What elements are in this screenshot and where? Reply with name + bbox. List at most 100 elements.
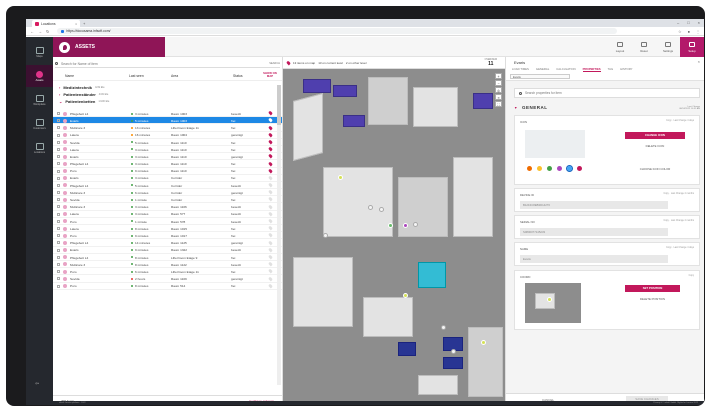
table-row[interactable]: Multicare 3 8 minutes Raum 1122 besetzt xyxy=(53,261,282,269)
table-row[interactable]: Pflegebett L4 8 minutes Lifter/room Etage … xyxy=(53,254,282,261)
row-checkbox[interactable] xyxy=(57,262,60,266)
asset-marker[interactable] xyxy=(441,325,446,330)
table-row[interactable]: Multicare 3 6 minutes Corridor gereinigt xyxy=(53,189,282,197)
tab-properties[interactable]: PROPERTIES xyxy=(582,67,601,72)
show-on-map-pin-icon[interactable] xyxy=(268,276,273,281)
row-checkbox[interactable] xyxy=(57,284,60,288)
table-row[interactable]: Puro 9 minutes Raum 1110 frei xyxy=(53,168,282,175)
show-on-map-pin-icon[interactable] xyxy=(268,182,273,188)
back-icon[interactable]: ← xyxy=(30,29,34,34)
settings-button[interactable]: Settings xyxy=(656,37,680,57)
delete-position-button[interactable]: DELETE POSITION xyxy=(625,297,680,301)
color-swatch[interactable] xyxy=(557,166,562,171)
row-checkbox[interactable] xyxy=(57,112,60,115)
tab-load-times[interactable]: LOAD TIMES xyxy=(512,67,529,72)
logout-icon[interactable]: ⇦ xyxy=(35,381,39,387)
table-row[interactable]: Sevida 2 hours Raum 1109 gereinigt xyxy=(53,275,282,283)
tab-tag[interactable]: TAG xyxy=(608,67,614,72)
close-window-icon[interactable]: × xyxy=(698,20,700,25)
row-checkbox[interactable] xyxy=(57,147,60,151)
show-on-map-pin-icon[interactable] xyxy=(268,211,273,217)
asset-marker[interactable] xyxy=(323,233,328,238)
row-checkbox[interactable] xyxy=(57,219,60,223)
compass-icon[interactable]: ◎ xyxy=(495,87,502,93)
reset-button[interactable]: Reset xyxy=(632,37,656,57)
name-field[interactable]: Evaris xyxy=(520,255,668,263)
row-checkbox[interactable] xyxy=(57,133,60,137)
table-row[interactable]: Latera 16 minutes Raum 1004 gereinigt xyxy=(53,132,282,139)
nav-item-maps[interactable]: Maps xyxy=(26,41,53,63)
position-preview-map[interactable] xyxy=(525,283,581,323)
asset-marker[interactable] xyxy=(403,223,408,228)
row-checkbox[interactable] xyxy=(57,227,60,230)
tab-general[interactable]: GENERAL xyxy=(536,67,549,72)
row-checkbox[interactable] xyxy=(57,126,60,130)
table-row[interactable]: Pflegebett L4 14 minutes Raum 1125 gereinig… xyxy=(53,239,282,247)
row-checkbox[interactable] xyxy=(57,270,60,274)
row-checkbox[interactable] xyxy=(57,205,60,209)
nav-item-locations[interactable]: Locations xyxy=(26,137,53,159)
row-checkbox[interactable] xyxy=(57,183,60,187)
color-swatch[interactable] xyxy=(537,166,542,171)
show-on-map-pin-icon[interactable] xyxy=(268,139,273,145)
show-on-map-pin-icon[interactable] xyxy=(268,153,273,159)
serial-no-field[interactable]: S0800077145233 xyxy=(520,228,668,236)
table-row[interactable]: Multicare 3 3 minutes Raum 1106 besetzt xyxy=(53,203,282,211)
show-on-map-pin-icon[interactable] xyxy=(268,283,273,289)
zoom-out-button[interactable]: − xyxy=(495,80,502,86)
zoom-in-button[interactable]: + xyxy=(495,73,502,79)
star-icon[interactable]: ☆ xyxy=(678,29,682,34)
row-checkbox[interactable] xyxy=(57,119,60,123)
asset-marker[interactable] xyxy=(481,340,486,345)
table-row[interactable]: Latera 8 minutes Raum 1015 frei xyxy=(53,225,282,233)
change-icon-button[interactable]: CHANGE ICON xyxy=(625,132,685,139)
column-area[interactable]: Area xyxy=(171,74,178,78)
tab-history[interactable]: HISTORY xyxy=(620,67,632,72)
map-room-purple[interactable] xyxy=(473,93,493,109)
asset-marker[interactable] xyxy=(403,293,408,298)
row-checkbox[interactable] xyxy=(57,162,60,166)
table-row[interactable]: Evaris 5 minutes Raum 1003 frei xyxy=(53,117,282,125)
row-checkbox[interactable] xyxy=(57,241,60,245)
column-show-on-map[interactable]: SHOW ON MAP xyxy=(263,72,277,78)
map-room-purple[interactable] xyxy=(333,85,357,97)
table-row[interactable]: Sevida 1 minute Corridor frei xyxy=(53,196,282,204)
map-room-navy[interactable] xyxy=(443,357,463,369)
row-checkbox[interactable] xyxy=(57,176,60,180)
show-on-map-pin-icon[interactable] xyxy=(268,254,273,260)
nav-item-workplace[interactable]: Workplace xyxy=(26,89,53,111)
map-room-teal[interactable] xyxy=(418,262,446,288)
table-row[interactable]: Evaris 3 minutes Corridor frei xyxy=(53,175,282,182)
minimize-icon[interactable]: – xyxy=(677,20,679,25)
show-on-map-pin-icon[interactable] xyxy=(268,175,273,181)
device-id-field[interactable]: B12F4C8EB3D14276 xyxy=(520,201,668,209)
color-swatch[interactable] xyxy=(566,165,573,172)
close-icon[interactable]: × xyxy=(698,59,700,64)
show-on-map-pin-icon[interactable] xyxy=(268,168,273,174)
level-selector[interactable]: OVERVIEW 11 xyxy=(485,59,497,67)
table-row[interactable]: Pflegebett L4 3 minutes Raum 1003 besetzt xyxy=(53,110,282,118)
show-on-map-pin-icon[interactable] xyxy=(268,225,273,231)
table-row[interactable]: Puro 8 minutes Raum 514 frei xyxy=(53,283,282,290)
nav-item-assets[interactable]: Assets xyxy=(26,65,53,87)
copy-button[interactable]: Copy xyxy=(663,193,668,195)
show-on-map-pin-icon[interactable] xyxy=(268,189,273,195)
group-header[interactable]: ⌄ Patientenbetten 1/100 Ele xyxy=(53,98,282,105)
column-name[interactable]: Name xyxy=(65,74,74,78)
item-filter[interactable]: Evaris xyxy=(510,74,570,79)
show-on-map-pin-icon[interactable] xyxy=(268,132,273,138)
row-checkbox[interactable] xyxy=(57,191,60,195)
group-header[interactable]: › Medizintechnik 4/49 Ele xyxy=(53,84,282,91)
table-row[interactable]: Latera 3 minutes Raum 1110 frei xyxy=(53,146,282,154)
table-row[interactable]: Pflegebett L4 5 minutes Corridor besetzt xyxy=(53,182,282,190)
color-swatch[interactable] xyxy=(547,166,552,171)
table-row[interactable]: Evaris 9 minutes Raum 1322 besetzt xyxy=(53,247,282,254)
show-on-map-pin-icon[interactable] xyxy=(268,146,273,152)
show-on-map-pin-icon[interactable] xyxy=(268,268,273,274)
reload-icon[interactable]: ↻ xyxy=(46,29,49,34)
new-tab-icon[interactable]: + xyxy=(83,21,85,26)
list-scrollbar[interactable] xyxy=(277,85,281,385)
table-row[interactable]: Puro 1 minute Raum 578 besetzt xyxy=(53,218,282,225)
color-swatch[interactable] xyxy=(577,166,582,171)
show-on-map-pin-icon[interactable] xyxy=(268,125,273,131)
